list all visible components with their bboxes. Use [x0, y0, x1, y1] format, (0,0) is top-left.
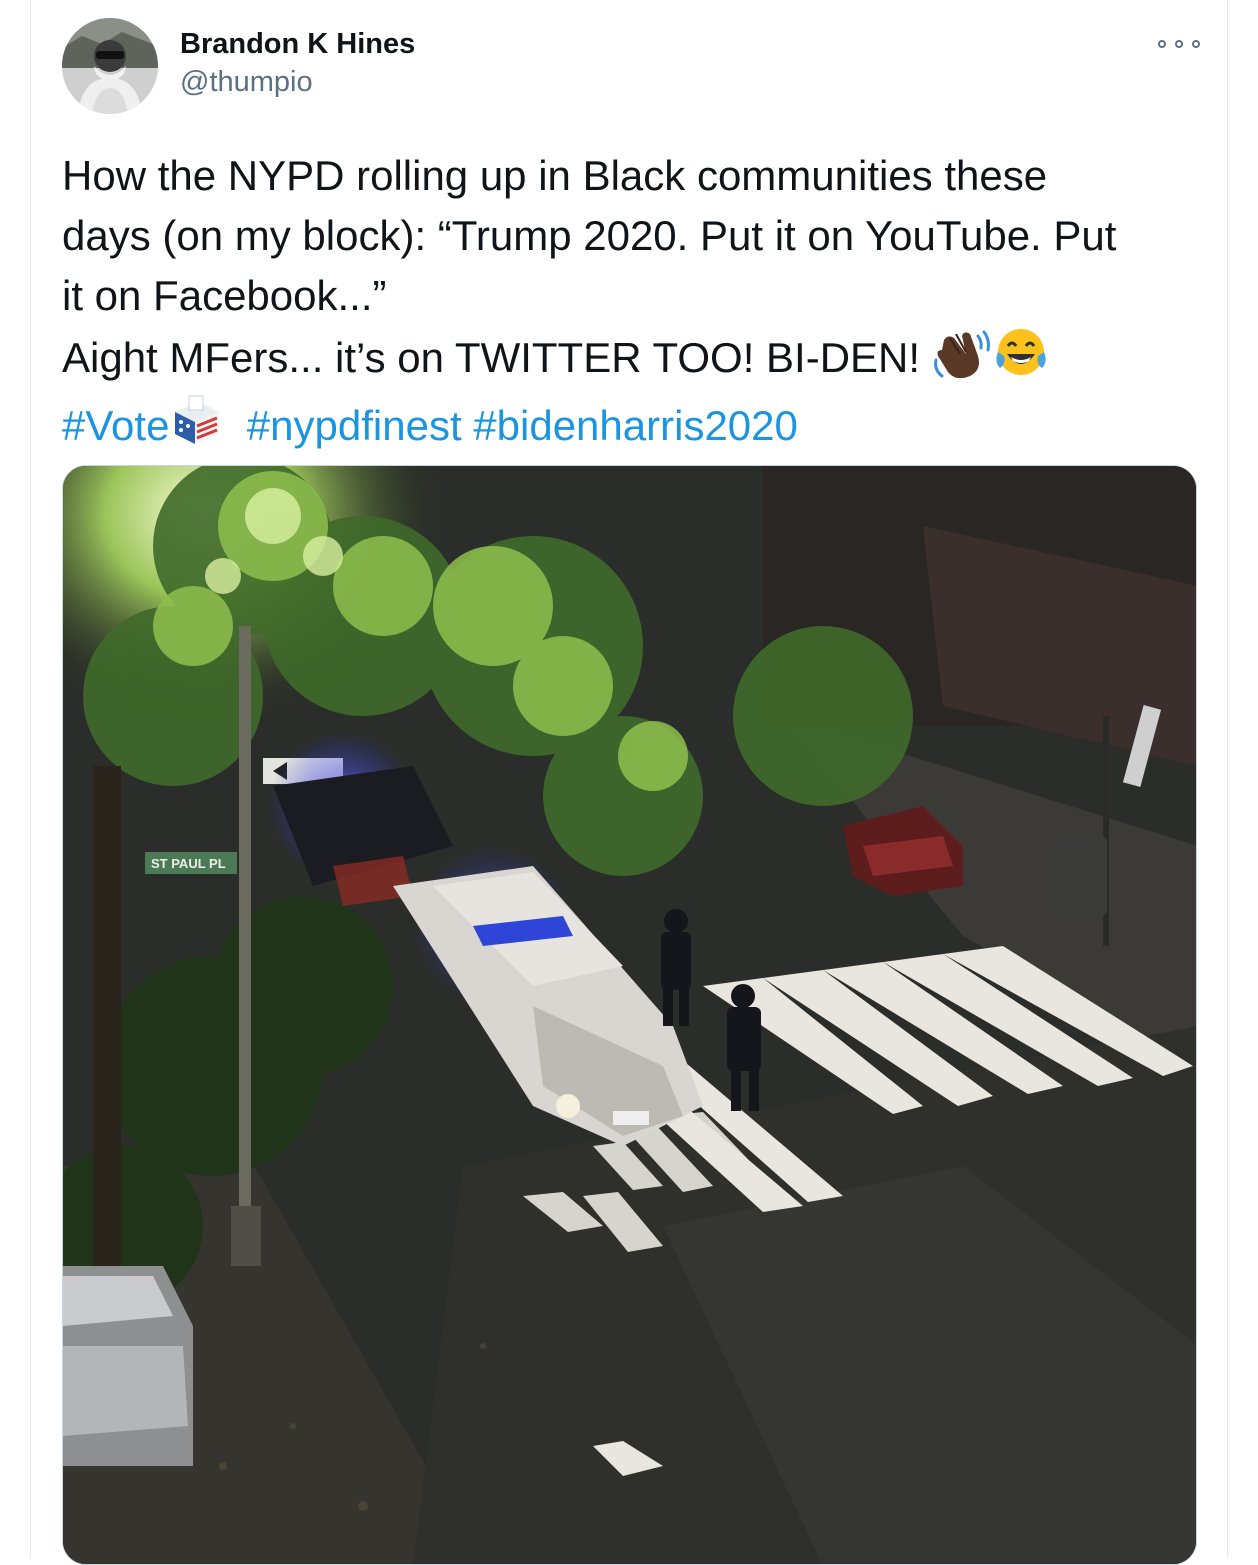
author-handle[interactable]: @thumpio: [180, 66, 313, 99]
hashtag-bidenharris2020[interactable]: #bidenharris2020: [473, 402, 798, 449]
hashtag-nypdfinest[interactable]: #nypdfinest: [247, 402, 462, 449]
tweet-text-exclaim: Aight MFers... it’s on TWITTER TOO! BI-D…: [62, 334, 921, 381]
author-name[interactable]: Brandon K Hines: [180, 28, 415, 61]
tweet-text-line-4: Aight MFers... it’s on TWITTER TOO! BI-D…: [62, 326, 1202, 394]
more-dot: [1158, 40, 1166, 48]
ballot-box-flag-icon: [169, 394, 223, 462]
face-with-tears-of-joy-icon: [992, 326, 1050, 394]
video-frame: ST PAUL PL: [63, 466, 1196, 1564]
tweet-text-line: days (on my block): “Trump 2020. Put it …: [62, 212, 1117, 259]
avatar[interactable]: [62, 18, 158, 114]
waving-hand-dark-skin-tone-icon: [932, 326, 992, 394]
more-dot: [1175, 40, 1183, 48]
more-options-icon[interactable]: [1158, 30, 1200, 58]
more-dot: [1192, 40, 1200, 48]
tweet-text-line: How the NYPD rolling up in Black communi…: [62, 152, 1048, 199]
street-sign-text: ST PAUL PL: [151, 856, 226, 871]
avatar-image: [62, 18, 158, 114]
tweet-text: How the NYPD rolling up in Black communi…: [62, 146, 1202, 462]
tweet-text-line: it on Facebook...”: [62, 272, 387, 319]
hashtag-line: #Vote #nypdfinest #bidenharris2020: [62, 394, 1202, 462]
hashtag-vote[interactable]: #Vote: [62, 402, 169, 449]
tweet-media-video[interactable]: ST PAUL PL: [62, 465, 1197, 1565]
